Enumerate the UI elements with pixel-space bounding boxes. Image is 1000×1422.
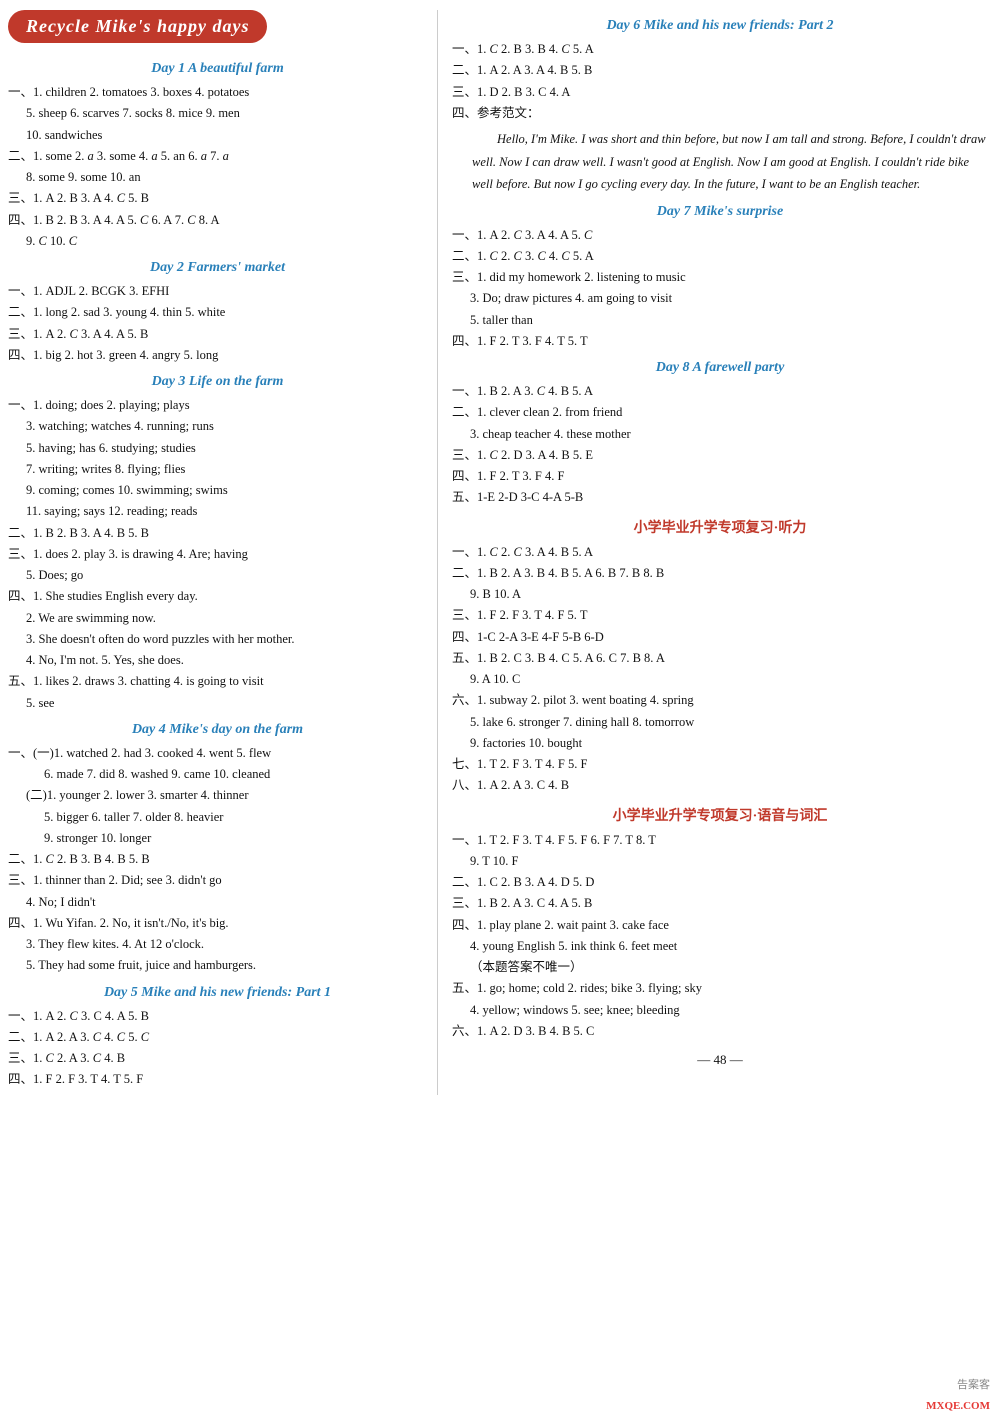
day4-title: Day 4 Mike's day on the farm: [8, 722, 427, 738]
day7-title: Day 7 Mike's surprise: [452, 204, 988, 220]
special1-content: 一、1. C 2. C 3. A 4. B 5. A 二、1. B 2. A 3…: [452, 542, 988, 797]
day6-title: Day 6 Mike and his new friends: Part 2: [452, 18, 988, 34]
page-number: — 48 —: [452, 1052, 988, 1068]
day4-section: Day 4 Mike's day on the farm 一、(一)1. wat…: [8, 722, 427, 977]
day3-title: Day 3 Life on the farm: [8, 374, 427, 390]
day7-section: Day 7 Mike's surprise 一、1. A 2. C 3. A 4…: [452, 204, 988, 353]
day4-content: 一、(一)1. watched 2. had 3. cooked 4. went…: [8, 743, 427, 977]
special1-title: 小学毕业升学专项复习·听力: [452, 517, 988, 537]
day3-content: 一、1. doing; does 2. playing; plays 3. wa…: [8, 395, 427, 714]
title-banner: Recycle Mike's happy days: [8, 10, 427, 53]
day1-title: Day 1 A beautiful farm: [8, 61, 427, 77]
special2-title: 小学毕业升学专项复习·语音与词汇: [452, 805, 988, 825]
day1-section: Day 1 A beautiful farm 一、1. children 2. …: [8, 61, 427, 252]
day8-section: Day 8 A farewell party 一、1. B 2. A 3. C …: [452, 360, 988, 509]
day3-section: Day 3 Life on the farm 一、1. doing; does …: [8, 374, 427, 714]
right-column: Day 6 Mike and his new friends: Part 2 一…: [438, 10, 988, 1095]
special1-section: 小学毕业升学专项复习·听力 一、1. C 2. C 3. A 4. B 5. A…: [452, 517, 988, 797]
day5-title: Day 5 Mike and his new friends: Part 1: [8, 985, 427, 1001]
day8-title: Day 8 A farewell party: [452, 360, 988, 376]
day5-section: Day 5 Mike and his new friends: Part 1 一…: [8, 985, 427, 1091]
watermark-bottom: MXQE.COM: [926, 1400, 990, 1412]
day2-content: 一、1. ADJL 2. BCGK 3. EFHI 二、1. long 2. s…: [8, 281, 427, 366]
day1-content: 一、1. children 2. tomatoes 3. boxes 4. po…: [8, 82, 427, 252]
day6-section: Day 6 Mike and his new friends: Part 2 一…: [452, 18, 988, 196]
day7-content: 一、1. A 2. C 3. A 4. A 5. C 二、1. C 2. C 3…: [452, 225, 988, 353]
day2-title: Day 2 Farmers' market: [8, 260, 427, 276]
left-column: Recycle Mike's happy days Day 1 A beauti…: [8, 10, 438, 1095]
special2-section: 小学毕业升学专项复习·语音与词汇 一、1. T 2. F 3. T 4. F 5…: [452, 805, 988, 1043]
day6-essay: Hello, I'm Mike. I was short and thin be…: [452, 128, 988, 196]
day5-content: 一、1. A 2. C 3. C 4. A 5. B 二、1. A 2. A 3…: [8, 1006, 427, 1091]
special2-content: 一、1. T 2. F 3. T 4. F 5. F 6. F 7. T 8. …: [452, 830, 988, 1043]
day8-content: 一、1. B 2. A 3. C 4. B 5. A 二、1. clever c…: [452, 381, 988, 509]
watermark-top: 告案客: [957, 1376, 990, 1392]
day6-content: 一、1. C 2. B 3. B 4. C 5. A 二、1. A 2. A 3…: [452, 39, 988, 124]
day2-section: Day 2 Farmers' market 一、1. ADJL 2. BCGK …: [8, 260, 427, 366]
